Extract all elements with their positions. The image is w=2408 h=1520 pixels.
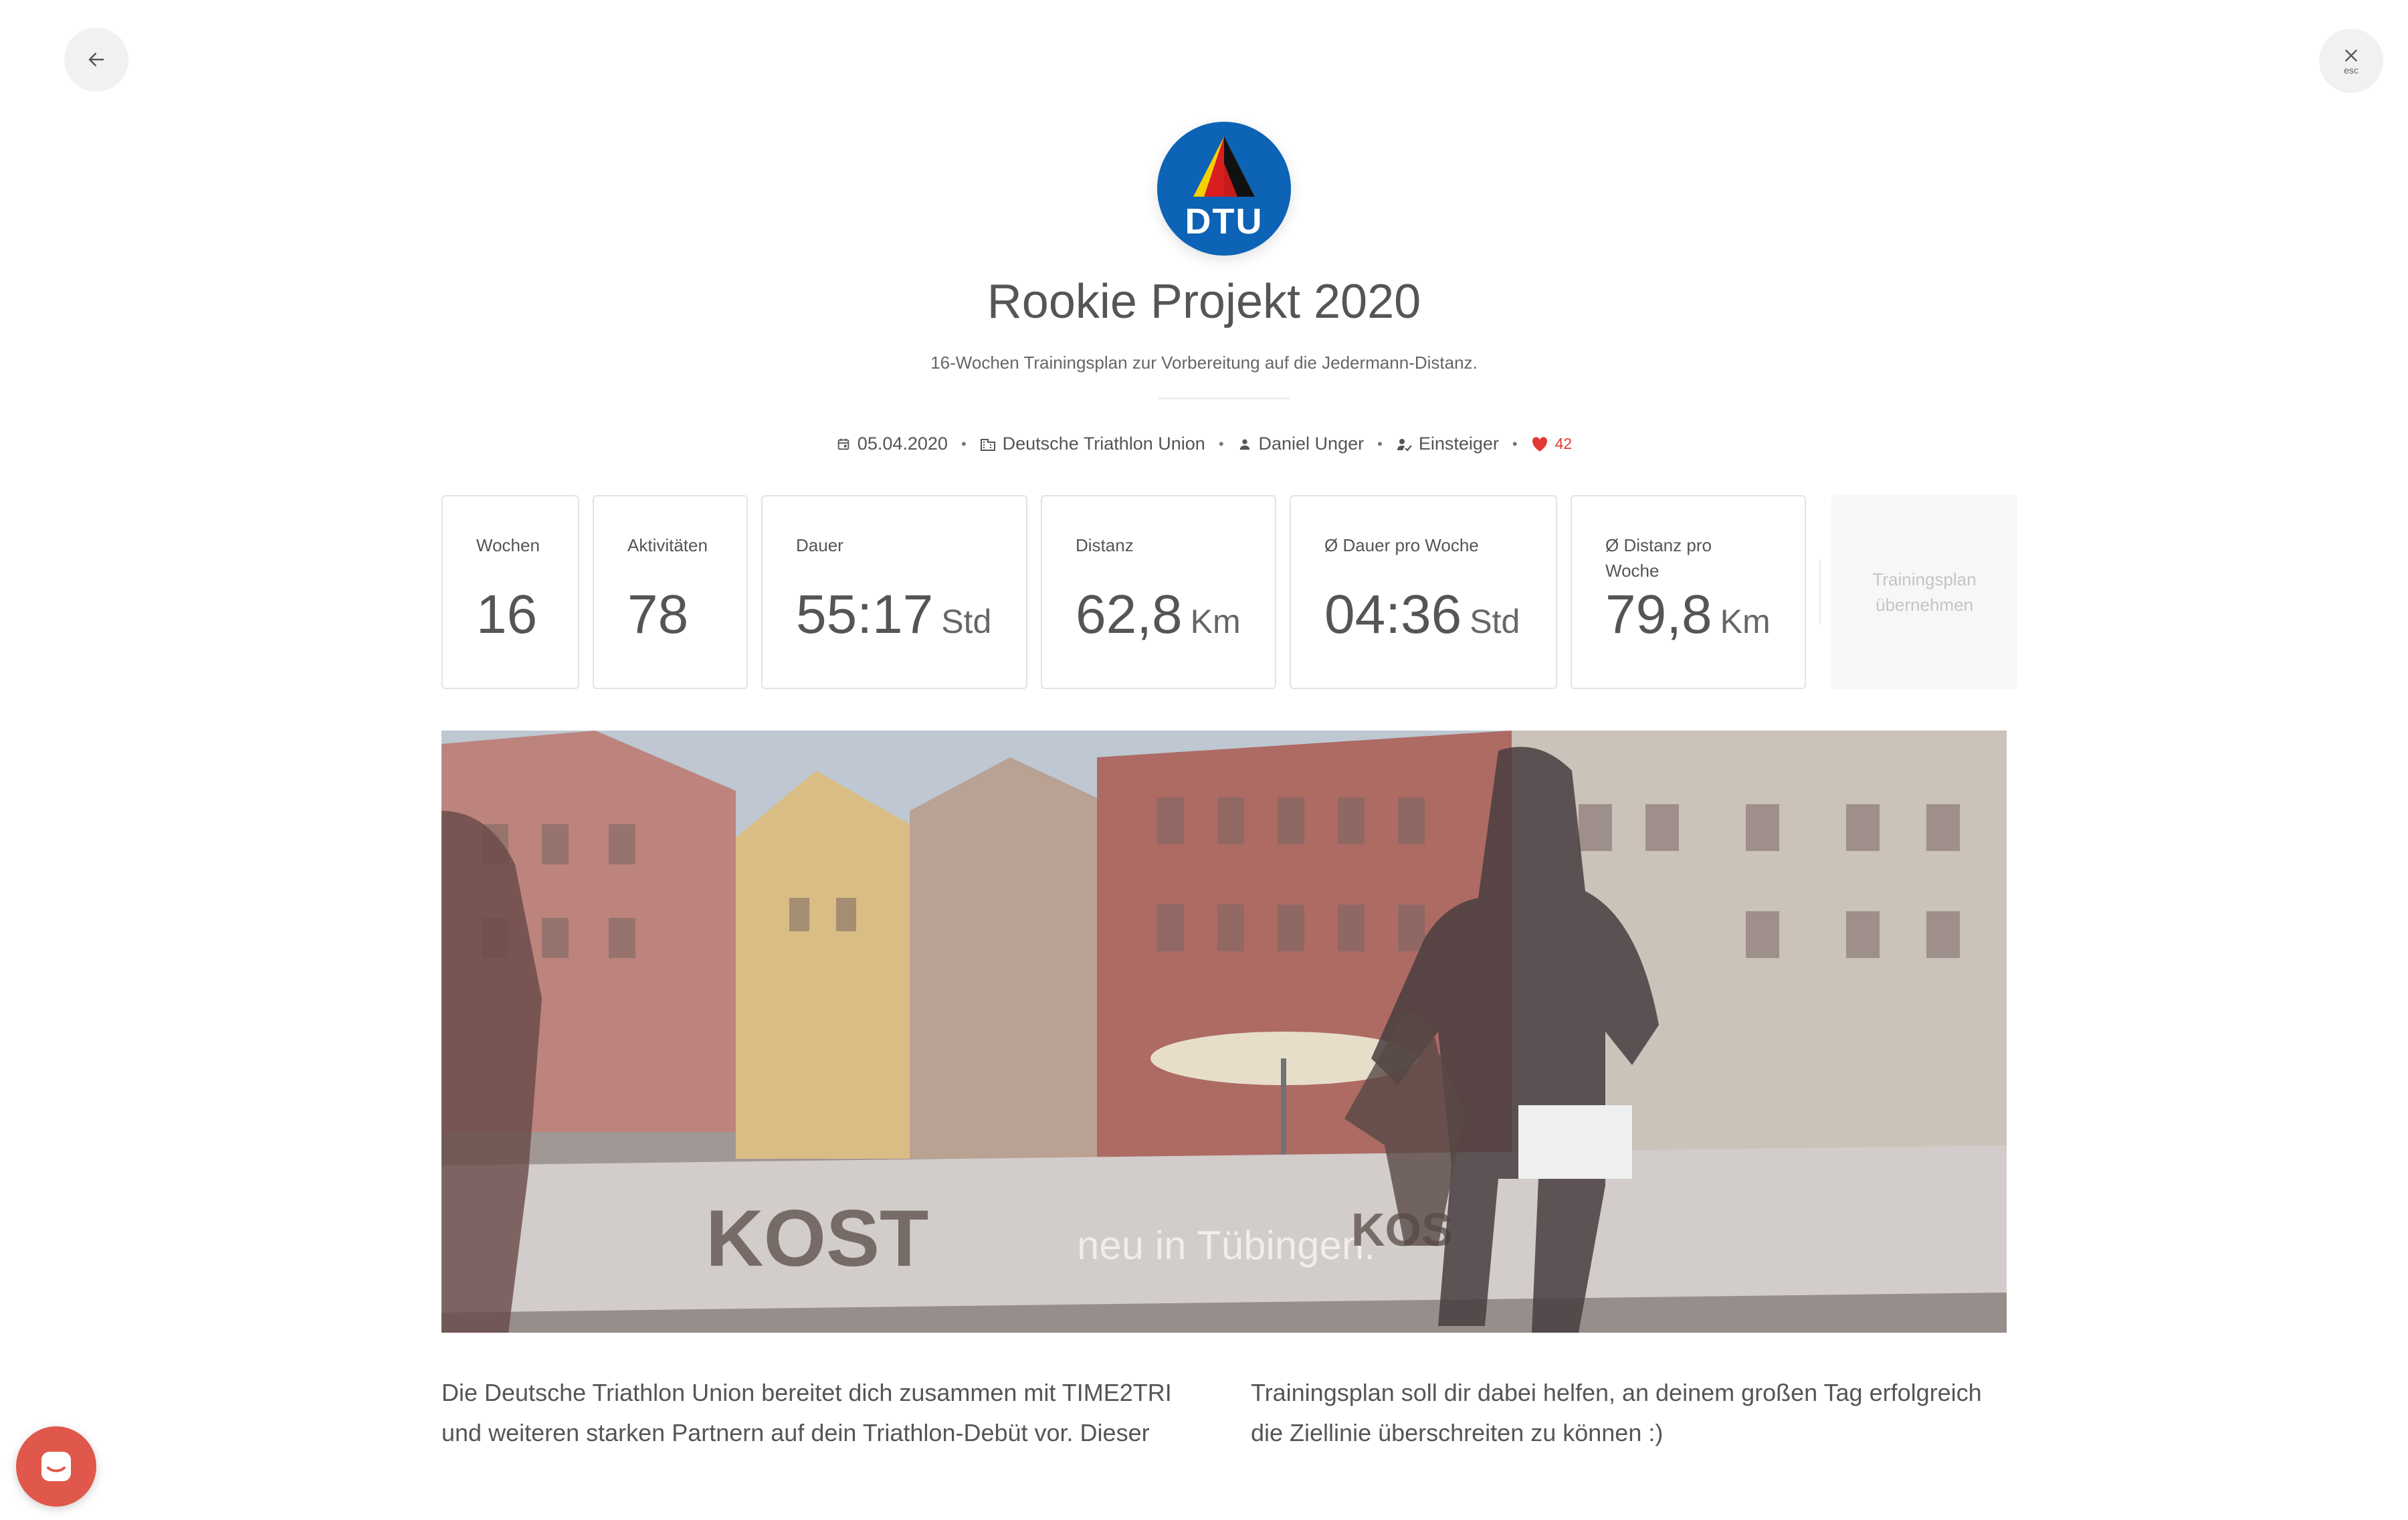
close-hint: esc — [2344, 65, 2359, 76]
plan-meta: 05.04.2020 • Deutsche Triathlon Union • … — [0, 434, 2408, 454]
meta-separator: • — [1218, 435, 1224, 452]
description-column-2: Trainingsplan soll dir dabei helfen, an … — [1251, 1379, 1982, 1446]
stat-avg-distance-per-week: Ø Distanz pro Woche 79,8 Km — [1571, 495, 1806, 689]
chat-icon — [41, 1452, 71, 1481]
organization-logo: DTU — [1157, 122, 1291, 256]
adopt-plan-button[interactable]: Trainingsplan übernehmen — [1831, 495, 2017, 689]
arrow-left-icon — [88, 53, 104, 66]
plan-stats: Wochen 16 Aktivitäten 78 Dauer 55:17 Std… — [441, 495, 2017, 689]
back-button[interactable] — [64, 27, 128, 92]
user-icon — [1239, 439, 1249, 450]
stats-separator — [1819, 560, 1821, 624]
stat-weeks: Wochen 16 — [441, 495, 579, 689]
stat-duration: Dauer 55:17 Std — [761, 495, 1027, 689]
close-button[interactable]: esc — [2319, 29, 2383, 93]
heart-icon — [1532, 436, 1547, 452]
calendar-icon — [837, 438, 849, 450]
stat-activities: Aktivitäten 78 — [593, 495, 748, 689]
user-level-icon — [1397, 438, 1412, 452]
meta-level: Einsteiger — [1396, 434, 1499, 454]
stat-avg-duration-per-week: Ø Dauer pro Woche 04:36 Std — [1290, 495, 1557, 689]
plan-subtitle: 16-Wochen Trainingsplan zur Vorbereitung… — [930, 353, 1478, 373]
chat-launcher-button[interactable] — [16, 1426, 96, 1507]
meta-date: 05.04.2020 — [836, 434, 948, 454]
meta-separator: • — [1512, 435, 1518, 452]
plan-detail-page: esc DTU Rookie Projekt 2020 16-Wochen Tr… — [0, 0, 2408, 1520]
meta-author[interactable]: Daniel Unger — [1237, 434, 1364, 454]
meta-organization[interactable]: Deutsche Triathlon Union — [980, 434, 1205, 454]
meta-separator: • — [961, 435, 967, 452]
close-icon — [2345, 50, 2357, 62]
building-icon — [980, 438, 995, 451]
stat-distance: Distanz 62,8 Km — [1041, 495, 1276, 689]
plan-title: Rookie Projekt 2020 — [987, 275, 1421, 328]
description-column-1: Die Deutsche Triathlon Union bereitet di… — [441, 1379, 1172, 1446]
logo-text: DTU — [1185, 201, 1264, 242]
meta-likes[interactable]: 42 — [1531, 435, 1572, 453]
title-divider — [1157, 397, 1291, 399]
meta-separator: • — [1377, 435, 1383, 452]
hero-image: KOST neu in Tübingen. KOS — [441, 731, 2007, 1333]
